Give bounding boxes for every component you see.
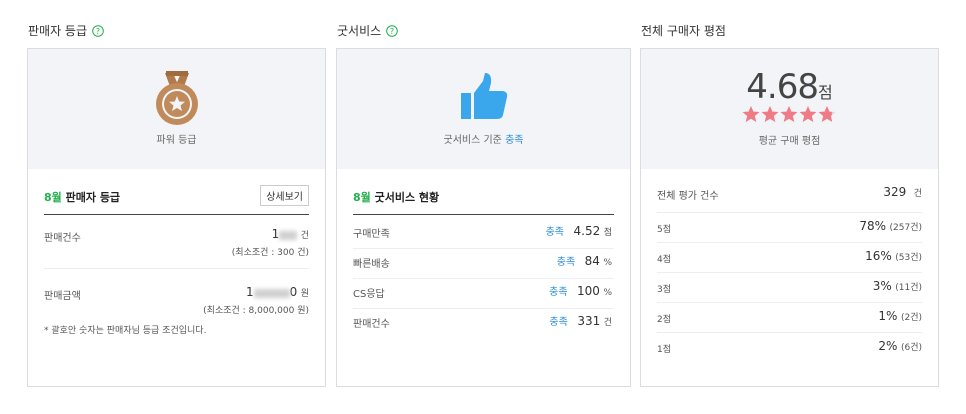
grade-note: * 괄호안 숫자는 판매자님 등급 조건입니다. [44,326,207,336]
rating-percent: 78% [859,219,887,233]
rating-title: 전체 구매자 평점 [641,24,726,38]
row-label: 5점 [657,225,672,235]
service-value: 84 [584,254,600,268]
total-reviews-value: 329 [883,185,907,199]
service-row: CS응답 충족 100 % [353,279,614,309]
min-condition: (최소조건 : 8,000,000 원) [203,306,309,316]
help-icon[interactable]: ? [386,24,398,37]
rating-card: 4.68점 평균 구매 평점 전체 평가 건수 329 건 5점 78% (25… [640,48,939,387]
good-service-caption: 굿서비스 기준 [443,135,502,146]
rating-count: (53건) [895,253,922,263]
rating-row: 4점 16% (53건) [657,243,922,273]
seller-grade-summary: 파워 등급 [28,49,325,169]
sales-amount-row: 판매금액 10 원 (최소조건 : 8,000,000 원) [44,285,309,316]
total-reviews-row: 전체 평가 건수 329 건 [657,183,922,213]
row-label: 4점 [657,255,672,265]
good-service-title: 굿서비스 [337,24,382,38]
sales-count-value: 1 [271,227,280,241]
unit: 건 [603,318,612,328]
min-condition: (최소조건 : 300 건) [231,248,309,258]
status-label: 충족 [549,287,568,298]
row-label: 1점 [657,345,672,355]
rating-heading: 전체 구매자 평점 [641,22,726,39]
service-row: 구매만족 충족 4.52 점 [353,219,614,249]
unit: % [603,258,612,268]
unit: 원 [300,289,309,299]
month-label: 8월 [353,191,371,204]
good-service-header-label: 굿서비스 현황 [374,191,440,204]
row-label: 판매건수 [353,319,390,330]
good-service-heading: 굿서비스 ? [337,22,398,39]
seller-grade-header-label: 판매자 등급 [65,191,121,204]
month-label: 8월 [44,191,62,204]
row-label: 빠른배송 [353,259,390,270]
detail-button[interactable]: 상세보기 [260,185,309,206]
row-label: 3점 [657,285,672,295]
rating-score: 4.68 [746,67,819,107]
help-icon[interactable]: ? [92,24,104,37]
seller-grade-heading: 판매자 등급 ? [28,22,104,39]
good-service-status: 충족 [505,135,524,146]
service-value: 4.52 [573,224,601,238]
sales-count-row: 판매건수 1 건 (최소조건 : 300 건) [44,225,309,269]
status-label: 충족 [556,257,576,268]
service-value: 331 [577,314,601,328]
thumbs-up-icon [337,71,630,124]
redacted-value [253,288,290,298]
rating-count: (11건) [895,283,922,293]
star-rating [641,105,938,126]
medal-icon [28,71,325,130]
sales-amount-value: 1 [245,285,254,299]
rating-row: 1점 2% (6건) [657,333,922,363]
row-label: 2점 [657,315,672,325]
service-value: 100 [577,284,600,298]
unit: 건 [913,189,922,199]
rating-percent: 2% [878,339,898,353]
row-label: 판매건수 [44,233,81,244]
seller-grade-title: 판매자 등급 [28,24,88,38]
rating-percent: 3% [872,279,892,293]
score-unit: 점 [817,83,833,102]
rating-caption: 평균 구매 평점 [758,136,821,147]
good-service-card: 굿서비스 기준 충족 8월 굿서비스 현황 구매만족 충족 4.52 점 빠른배… [336,48,631,387]
row-label: CS응답 [353,289,385,300]
rating-count: (6건) [900,343,922,353]
service-row: 판매건수 충족 331 건 [353,309,614,339]
svg-text:?: ? [96,27,100,36]
svg-text:?: ? [390,27,394,36]
status-label: 충족 [549,317,568,328]
good-service-summary: 굿서비스 기준 충족 [337,49,630,169]
row-label: 전체 평가 건수 [657,191,719,202]
row-label: 판매금액 [44,291,81,302]
unit: % [603,288,612,298]
status-label: 충족 [545,227,564,238]
rating-summary: 4.68점 평균 구매 평점 [641,49,938,169]
badge-caption: 파워 등급 [156,135,197,146]
unit: 점 [603,228,612,238]
rating-percent: 16% [865,249,892,263]
redacted-value [279,230,298,240]
seller-grade-header: 8월 판매자 등급 상세보기 [44,185,309,215]
row-label: 구매만족 [353,229,390,240]
seller-grade-card: 파워 등급 8월 판매자 등급 상세보기 판매건수 1 건 (최소조건 : 30… [27,48,326,387]
good-service-header: 8월 굿서비스 현황 [353,185,614,215]
rating-percent: 1% [878,309,898,323]
rating-row: 3점 3% (11건) [657,273,922,303]
rating-count: (257건) [889,223,922,233]
unit: 건 [300,231,309,241]
service-row: 빠른배송 충족 84 % [353,249,614,279]
rating-count: (2건) [900,313,922,323]
rating-row: 5점 78% (257건) [657,213,922,243]
rating-row: 2점 1% (2건) [657,303,922,333]
